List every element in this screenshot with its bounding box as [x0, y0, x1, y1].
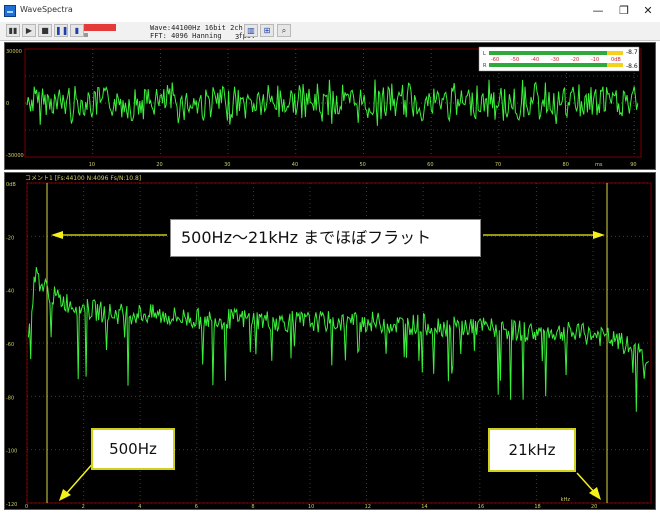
- close-button[interactable]: ✕: [634, 2, 660, 20]
- title-bar: WaveSpectra — ❐ ✕: [0, 0, 660, 22]
- meter-scale-tick: -30: [551, 57, 559, 63]
- wave-x-tick: 60: [427, 162, 433, 168]
- spectrum-header: コメント1 [Fs:44100 N:4096 Fs/N:10.8]: [25, 175, 141, 182]
- spec-y-tick: -20: [6, 235, 14, 241]
- app-icon: [4, 5, 16, 17]
- spec-x-tick: 20: [591, 504, 597, 509]
- wave-y-tick: 30000: [6, 49, 22, 55]
- meter-l-label: L: [483, 51, 486, 57]
- wave-x-tick: 90: [630, 162, 636, 168]
- wave-format-info: Wave:44100Hz 16bit 2ch FFT: 4096 Hanning…: [150, 24, 255, 40]
- window-title: WaveSpectra: [20, 5, 73, 14]
- meter-bar-left: [489, 51, 607, 55]
- meter-scale-tick: -20: [571, 57, 579, 63]
- spec-x-tick: 4: [138, 504, 141, 509]
- spec-y-tick: -100: [6, 449, 17, 455]
- meter-r-label: R: [483, 63, 487, 69]
- wave-x-unit: ms: [595, 162, 603, 168]
- wave-x-tick: 30: [224, 162, 230, 168]
- meter-bar-right: [489, 63, 607, 67]
- wave-x-tick: 70: [495, 162, 501, 168]
- pointer-arrow-21khz: [576, 472, 601, 500]
- waveform-trace: [26, 79, 639, 126]
- spec-y-tick: -80: [6, 395, 14, 401]
- spec-x-tick: 2: [82, 504, 85, 509]
- stop-button[interactable]: ■: [38, 24, 52, 37]
- step-button[interactable]: ▮: [70, 24, 84, 37]
- meter-scale-tick: 0dB: [611, 57, 621, 63]
- fft-settings-line: FFT: 4096 Hanning fps:: [150, 32, 256, 40]
- play-button[interactable]: ▶: [22, 24, 36, 37]
- spectrum-settings-icon[interactable]: ▥: [244, 24, 258, 37]
- spectrum-trace: [27, 267, 650, 412]
- waveform-panel: 10 20 30 40 50 60 70 80 90 ms 30000 0 -30000 L R -60…: [4, 42, 656, 170]
- meter-scale-tick: -50: [511, 57, 519, 63]
- annotation-21khz: 21kHz: [488, 428, 576, 472]
- meter-peak-right: [607, 63, 623, 67]
- wave-y-tick: -30000: [6, 153, 24, 159]
- meter-left-value: -8.7: [626, 49, 638, 56]
- spec-y-tick: -60: [6, 342, 14, 348]
- spec-x-tick: 0: [25, 504, 28, 509]
- meter-scale-tick: -40: [531, 57, 539, 63]
- record-status-dot: [84, 33, 88, 37]
- spec-x-tick: 8: [251, 504, 254, 509]
- spec-y-tick: -120: [6, 502, 17, 508]
- record-level-indicator: [84, 24, 116, 31]
- wave-x-tick: 20: [156, 162, 162, 168]
- spec-x-tick: 14: [421, 504, 427, 509]
- zoom-icon[interactable]: ⌕: [277, 24, 291, 37]
- toolbar: ▮▮ ▶ ■ ❚❚ ▮ Wave:44100Hz 16bit 2ch FFT: …: [0, 22, 660, 41]
- fps-value: 3: [235, 33, 240, 41]
- spec-x-unit: kHz: [561, 497, 571, 503]
- flat-range-annotation: 500Hz～21kHz までほぼフラット: [170, 219, 481, 257]
- chart-icon[interactable]: ⊞: [260, 24, 274, 37]
- wave-x-tick: 10: [89, 162, 95, 168]
- spec-x-tick: 10: [308, 504, 314, 509]
- waveform-chart: 10 20 30 40 50 60 70 80 90 ms 30000 0 -30000 L R -60…: [6, 46, 642, 168]
- spec-x-tick: 18: [534, 504, 540, 509]
- pointer-arrow-500hz: [59, 460, 96, 501]
- meter-scale-tick: -10: [591, 57, 599, 63]
- meter-right-value: -8.6: [626, 63, 638, 70]
- spec-x-tick: 16: [478, 504, 484, 509]
- spec-y-tick: 0dB: [6, 182, 16, 188]
- pause-button[interactable]: ❚❚: [54, 24, 68, 37]
- record-button[interactable]: ▮▮: [6, 24, 20, 37]
- meter-peak-left: [607, 51, 623, 55]
- spec-x-tick: 6: [195, 504, 198, 509]
- wave-y-tick: 0: [6, 101, 9, 107]
- annotation-500hz: 500Hz: [91, 428, 175, 470]
- spec-x-tick: 12: [365, 504, 371, 509]
- meter-scale-tick: -60: [491, 57, 499, 63]
- minimize-button[interactable]: —: [584, 2, 612, 20]
- spec-y-tick: -40: [6, 289, 14, 295]
- wave-x-tick: 40: [292, 162, 298, 168]
- level-meter: L R -60 -50 -40 -30 -20 -10 0dB -8.7 -8.6: [478, 46, 640, 72]
- wave-x-tick: 50: [359, 162, 365, 168]
- wave-format-line: Wave:44100Hz 16bit 2ch: [150, 24, 243, 32]
- wave-x-tick: 80: [563, 162, 569, 168]
